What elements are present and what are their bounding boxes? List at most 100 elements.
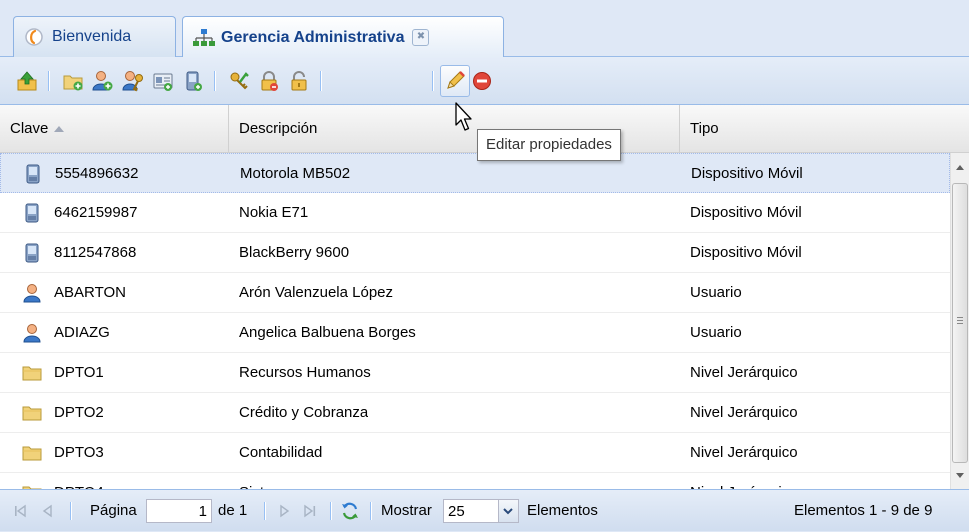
next-page-icon[interactable] — [274, 501, 294, 521]
welcome-icon — [24, 27, 44, 47]
device-card-icon — [153, 73, 173, 91]
user-key-button[interactable] — [119, 67, 147, 95]
unlock-icon — [291, 71, 307, 91]
table-row[interactable]: 5554896632 Motorola MB502 Dispositivo Mó… — [0, 153, 950, 193]
cell-tipo: Nivel Jerárquico — [690, 364, 798, 381]
close-icon[interactable]: ✖ — [412, 29, 430, 46]
paging-separator — [70, 502, 72, 520]
page-number-input[interactable] — [146, 499, 212, 523]
folder-icon — [22, 443, 42, 463]
cell-clave: 8112547868 — [54, 244, 137, 261]
cell-tipo: Nivel Jerárquico — [690, 473, 798, 489]
table-row[interactable]: 8112547868 BlackBerry 9600 Dispositivo M… — [0, 233, 950, 273]
cell-tipo: Usuario — [690, 284, 742, 301]
paging-separator — [330, 502, 332, 520]
table-row[interactable]: ADIAZG Angelica Balbuena Borges Usuario — [0, 313, 950, 353]
folder-icon — [22, 403, 42, 423]
column-label: Clave — [10, 120, 49, 137]
permission-key-button[interactable] — [225, 67, 253, 95]
tab-gerencia-administrativa[interactable]: Gerencia Administrativa ✖ — [182, 16, 504, 58]
toolbar — [0, 57, 969, 105]
table-row[interactable]: DPTO1 Recursos Humanos Nivel Jerárquico — [0, 353, 950, 393]
cell-descripcion: Crédito y Cobranza — [239, 404, 369, 421]
cell-clave: DPTO2 — [54, 404, 104, 421]
table-row[interactable]: DPTO4 Sistemas Nivel Jerárquico — [0, 473, 950, 489]
cell-tipo: Usuario — [690, 324, 742, 341]
add-user-button[interactable] — [89, 67, 117, 95]
edit-button[interactable] — [440, 65, 470, 97]
scroll-thumb[interactable] — [952, 183, 968, 463]
mobile-icon — [22, 203, 42, 223]
last-page-icon[interactable] — [300, 501, 320, 521]
lock-button[interactable] — [255, 67, 283, 95]
column-header-tipo[interactable]: Tipo — [680, 105, 969, 153]
toolbar-separator — [320, 71, 322, 91]
refresh-icon[interactable] — [340, 501, 360, 521]
permission-key-icon — [230, 72, 249, 90]
scroll-down-icon[interactable] — [956, 473, 964, 478]
toolbar-separator — [48, 71, 50, 91]
delete-icon — [473, 72, 491, 90]
tab-label: Gerencia Administrativa — [221, 28, 405, 46]
paging-separator — [264, 502, 266, 520]
cell-descripcion: Recursos Humanos — [239, 364, 371, 381]
org-chart-icon — [193, 28, 215, 48]
cell-tipo: Dispositivo Móvil — [690, 204, 802, 221]
scroll-up-icon[interactable] — [956, 165, 964, 170]
cell-tipo: Dispositivo Móvil — [691, 165, 803, 182]
cell-descripcion: Sistemas — [239, 473, 301, 489]
device-card-button[interactable] — [149, 67, 177, 95]
previous-page-icon[interactable] — [38, 501, 58, 521]
toolbar-separator — [432, 71, 434, 91]
cell-clave: DPTO1 — [54, 364, 104, 381]
table-row[interactable]: 6462159987 Nokia E71 Dispositivo Móvil — [0, 193, 950, 233]
delete-button[interactable] — [468, 67, 496, 95]
mobile-icon — [23, 164, 43, 184]
cell-clave: ABARTON — [54, 284, 126, 301]
paging-summary: Elementos 1 - 9 de 9 — [794, 502, 933, 519]
page-size-dropdown-trigger[interactable] — [499, 499, 519, 523]
first-page-icon[interactable] — [10, 501, 30, 521]
cell-clave: 6462159987 — [54, 204, 138, 221]
mobile-device-button[interactable] — [179, 67, 207, 95]
table-row[interactable]: DPTO3 Contabilidad Nivel Jerárquico — [0, 433, 950, 473]
table-row[interactable]: DPTO2 Crédito y Cobranza Nivel Jerárquic… — [0, 393, 950, 433]
tab-bienvenida[interactable]: Bienvenida — [13, 16, 176, 57]
table-row[interactable]: ABARTON Arón Valenzuela López Usuario — [0, 273, 950, 313]
page-size-input[interactable] — [443, 499, 499, 523]
elements-label: Elementos — [527, 502, 598, 519]
vertical-scrollbar[interactable] — [950, 153, 969, 489]
mouse-cursor-icon — [455, 102, 472, 131]
chevron-down-icon — [503, 508, 513, 515]
page-label: Página — [90, 502, 137, 519]
level-up-button[interactable] — [13, 67, 41, 95]
column-header-clave[interactable]: Clave — [0, 105, 229, 153]
folder-icon — [22, 363, 42, 383]
user-icon — [22, 323, 42, 343]
tooltip: Editar propiedades — [477, 129, 621, 161]
level-up-icon — [17, 71, 37, 91]
cell-descripcion: Contabilidad — [239, 444, 323, 461]
lock-icon — [261, 71, 278, 91]
edit-icon — [447, 71, 465, 89]
cell-tipo: Nivel Jerárquico — [690, 444, 798, 461]
paging-separator — [370, 502, 372, 520]
cell-clave: ADIAZG — [54, 324, 110, 341]
cell-clave: 5554896632 — [55, 165, 139, 182]
unlock-button[interactable] — [285, 67, 313, 95]
user-key-icon — [122, 71, 143, 92]
page-count-label: de 1 — [218, 502, 248, 519]
add-user-icon — [92, 71, 113, 91]
cell-clave: DPTO4 — [54, 473, 104, 489]
cell-descripcion: Motorola MB502 — [240, 165, 351, 182]
paging-toolbar: Página de 1 Mostrar Elementos Elementos … — [0, 489, 969, 531]
new-folder-icon — [63, 75, 83, 91]
new-folder-button[interactable] — [59, 67, 87, 95]
cell-descripcion: Arón Valenzuela López — [239, 284, 393, 301]
page-size-label: Mostrar — [381, 502, 432, 519]
cell-tipo: Nivel Jerárquico — [690, 404, 798, 421]
cell-descripcion: Angelica Balbuena Borges — [239, 324, 416, 341]
cell-clave: DPTO3 — [54, 444, 104, 461]
column-label: Tipo — [690, 120, 719, 137]
cell-descripcion: BlackBerry 9600 — [239, 244, 350, 261]
